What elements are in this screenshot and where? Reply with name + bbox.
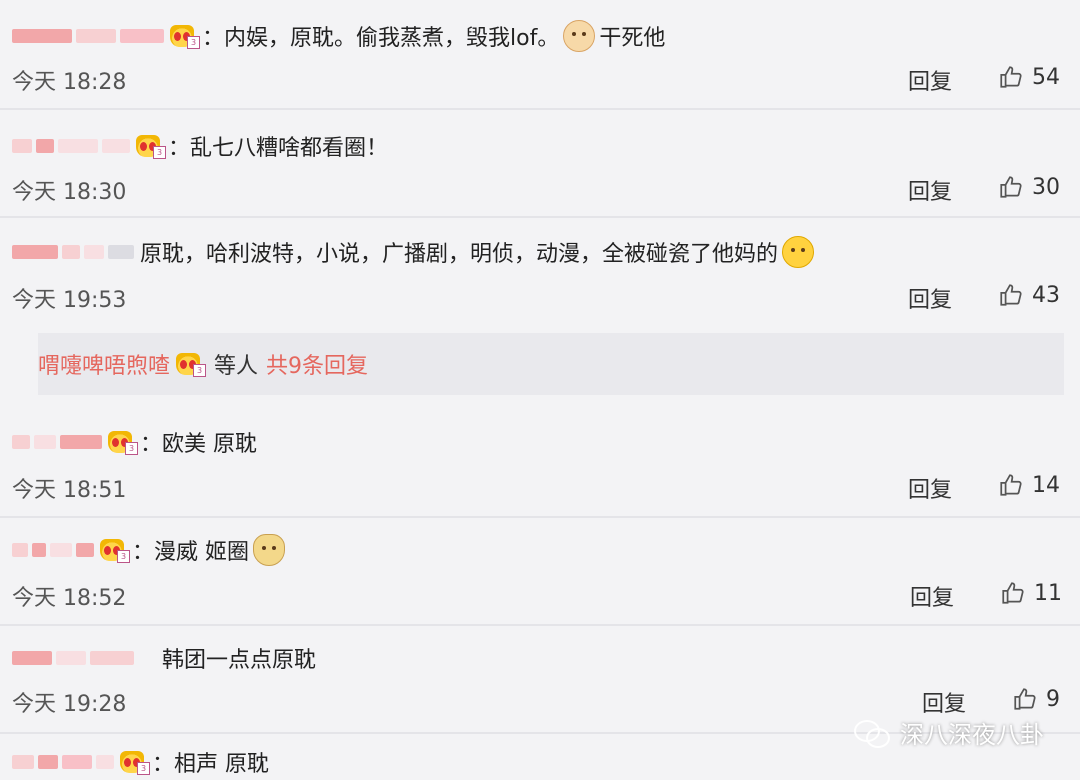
like-count: 54 [1032, 64, 1060, 90]
watermark: 深八深夜八卦 [854, 715, 1044, 750]
thumbs-up-icon [1000, 474, 1022, 496]
like-count: 30 [1032, 174, 1060, 200]
like-button[interactable]: 54 [998, 64, 1060, 90]
like-count: 9 [1046, 686, 1060, 712]
comment-time: 今天 18:52 [12, 586, 127, 611]
comment-time: 今天 18:28 [12, 70, 127, 95]
comment-text: 原耽，哈利波特，小说，广播剧，明侦，动漫，全被碰瓷了他妈的 [140, 242, 779, 267]
comment-line: 3 ：欧美 原耽 [12, 426, 257, 458]
vip-crown-icon: 3 [100, 537, 130, 563]
like-button[interactable]: 9 [1012, 686, 1060, 712]
reply-button[interactable]: 回复 [908, 64, 952, 96]
thumbs-up-icon [1014, 688, 1036, 710]
reply-button[interactable]: 回复 [908, 472, 952, 504]
vip-crown-icon: 3 [170, 23, 200, 49]
like-button[interactable]: 43 [998, 282, 1060, 308]
sub-replies-box[interactable]: 喟嚏啤唔煦喳 3 等人 共9条回复 [38, 333, 1064, 395]
username-blurred[interactable] [12, 435, 102, 449]
like-count: 43 [1032, 282, 1060, 308]
comment-item: 原耽，哈利波特，小说，广播剧，明侦，动漫，全被碰瓷了他妈的 今天 19:53 回… [0, 218, 1080, 328]
comment-text-tail: 干死他 [599, 26, 666, 51]
comment-line: 韩团一点点原耽 [12, 642, 316, 674]
thumbs-up-icon [1002, 582, 1024, 604]
comment-line: 3 ：乱七八糟啥都看圈！ [12, 130, 388, 162]
vip-crown-icon: 3 [176, 351, 207, 377]
username-blurred[interactable] [12, 755, 114, 769]
vip-crown-icon: 3 [136, 133, 166, 159]
comment-item: 3 ：内娱，原耽。偷我蒸煮，毁我lof。 干死他 今天 18:28 回复 54 [0, 0, 1080, 110]
comment-text: ：内娱，原耽。偷我蒸煮，毁我lof。 [202, 26, 560, 51]
comment-time: 今天 18:51 [12, 478, 127, 503]
vip-crown-icon: 3 [108, 429, 138, 455]
username-blurred[interactable] [12, 139, 130, 153]
wechat-icon [854, 718, 892, 748]
comment-text: ：欧美 原耽 [140, 432, 257, 457]
comment-time: 今天 19:53 [12, 288, 127, 313]
view-all-replies-link[interactable]: 共9条回复 [266, 348, 368, 380]
reply-users[interactable]: 喟嚏啤唔煦喳 [38, 348, 170, 380]
reply-etc: 等人 [214, 354, 259, 379]
watermark-text: 深八深夜八卦 [900, 721, 1044, 749]
reply-button[interactable]: 回复 [910, 580, 954, 612]
like-count: 14 [1032, 472, 1060, 498]
comment-item: 3 ：欧美 原耽 今天 18:51 回复 14 [0, 408, 1080, 518]
comment-item: 3 ：乱七八糟啥都看圈！ 今天 18:30 回复 30 [0, 110, 1080, 218]
comment-time: 今天 18:30 [12, 180, 127, 205]
face-emoji-icon [563, 20, 596, 52]
reply-button[interactable]: 回复 [908, 174, 952, 206]
thumbs-up-icon [1000, 66, 1022, 88]
comment-text: ：漫威 姬圈 [132, 540, 249, 565]
comment-text: ：乱七八糟啥都看圈！ [168, 136, 389, 161]
comment-time: 今天 19:28 [12, 692, 127, 717]
doge-emoji-icon [253, 534, 285, 566]
thumbs-up-icon [1000, 284, 1022, 306]
comment-line: 3 ：漫威 姬圈 [12, 534, 289, 566]
like-button[interactable]: 14 [998, 472, 1060, 498]
reply-button[interactable]: 回复 [908, 282, 952, 314]
comment-line: 3 ：相声 原耽 [12, 746, 269, 778]
username-blurred[interactable] [12, 245, 134, 259]
reply-button[interactable]: 回复 [922, 686, 966, 718]
username-blurred[interactable] [12, 651, 134, 665]
like-button[interactable]: 30 [998, 174, 1060, 200]
like-count: 11 [1034, 580, 1062, 606]
username-blurred[interactable] [12, 543, 94, 557]
vip-crown-icon: 3 [120, 749, 150, 775]
comment-text: 韩团一点点原耽 [162, 648, 317, 673]
username-blurred[interactable] [12, 29, 164, 43]
crying-emoji-icon [782, 236, 815, 268]
comment-line: 3 ：内娱，原耽。偷我蒸煮，毁我lof。 干死他 [12, 20, 665, 52]
thumbs-up-icon [1000, 176, 1022, 198]
comment-line: 原耽，哈利波特，小说，广播剧，明侦，动漫，全被碰瓷了他妈的 [12, 236, 818, 268]
comment-text: ：相声 原耽 [152, 752, 269, 777]
comment-item: 3 ：漫威 姬圈 今天 18:52 回复 11 [0, 518, 1080, 626]
like-button[interactable]: 11 [1000, 580, 1062, 606]
